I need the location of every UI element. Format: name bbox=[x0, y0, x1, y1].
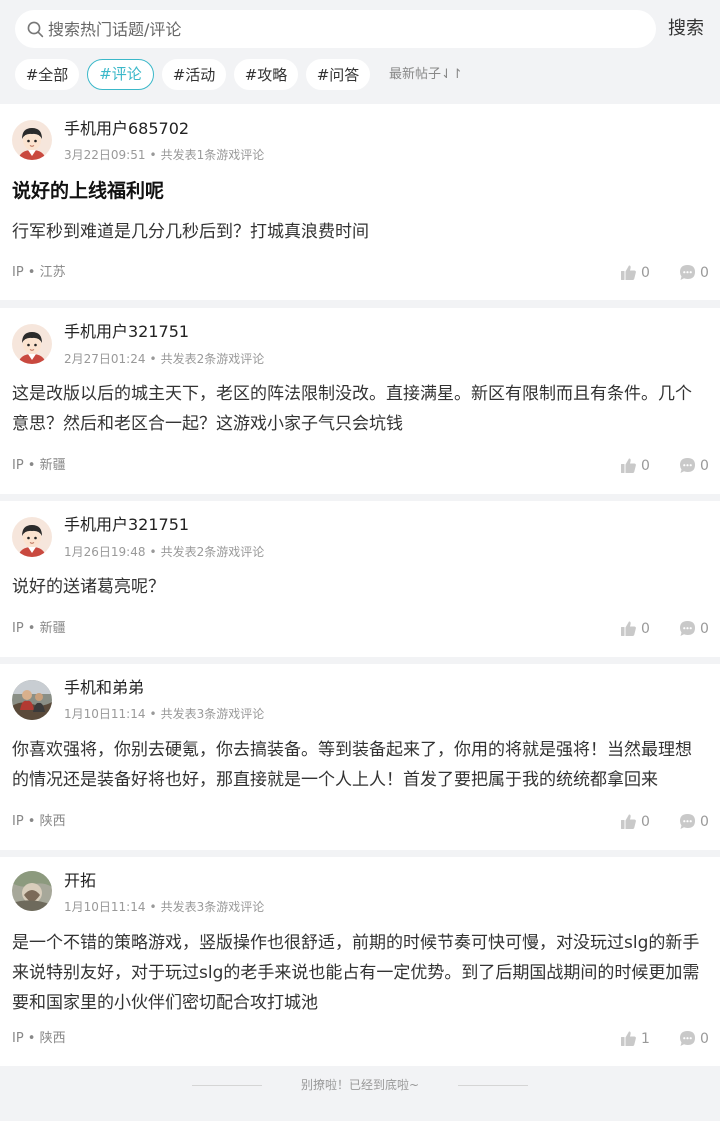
meta-separator: • bbox=[149, 545, 157, 559]
post-meta: 1月26日19:48 • 共发表2条游戏评论 bbox=[64, 544, 264, 560]
post-body[interactable]: 是一个不错的策略游戏，竖版操作也很舒适，前期的时候节奏可快可慢，对没玩过slg的… bbox=[12, 928, 708, 1018]
tab-qa[interactable]: #问答 bbox=[306, 59, 370, 90]
post-date: 1月10日11:14 bbox=[64, 900, 146, 914]
post-date: 1月26日19:48 bbox=[64, 545, 146, 559]
review-count: 共发表3条游戏评论 bbox=[160, 707, 265, 721]
avatar[interactable] bbox=[12, 120, 52, 160]
post-date: 1月10日11:14 bbox=[64, 707, 146, 721]
post-date: 3月22日09:51 bbox=[64, 148, 146, 162]
ip-location: IP • 陕西 bbox=[12, 814, 66, 829]
ip-location: IP • 新疆 bbox=[12, 458, 66, 473]
username[interactable]: 手机用户685702 bbox=[64, 119, 189, 139]
end-of-list-text: 别撩啦！已经到底啦~ bbox=[300, 1078, 420, 1092]
comment-count: 0 bbox=[700, 1031, 709, 1047]
meta-separator: • bbox=[149, 707, 157, 721]
cartoon-boy-avatar-icon bbox=[12, 120, 52, 160]
ip-location: IP • 陕西 bbox=[12, 1031, 66, 1046]
comment-icon bbox=[680, 458, 695, 473]
avatar[interactable] bbox=[12, 871, 52, 911]
username[interactable]: 手机和弟弟 bbox=[64, 678, 144, 698]
thumbs-up-icon bbox=[621, 814, 636, 829]
post-body[interactable]: 你喜欢强将，你别去硬氪，你去搞装备。等到装备起来了，你用的将就是强将！当然最理想… bbox=[12, 735, 708, 795]
review-count: 共发表3条游戏评论 bbox=[160, 900, 265, 914]
post-title[interactable]: 说好的上线福利呢 bbox=[12, 179, 164, 203]
comment-count: 0 bbox=[700, 458, 709, 474]
post-body[interactable]: 这是改版以后的城主天下，老区的阵法限制没改。直接满星。新区有限制而且有条件。几个… bbox=[12, 379, 708, 439]
review-count: 共发表1条游戏评论 bbox=[160, 148, 265, 162]
tab-all[interactable]: #全部 bbox=[15, 59, 79, 90]
sort-latest-button[interactable]: 最新帖子⇃↾ bbox=[389, 66, 463, 84]
comment-icon bbox=[680, 265, 695, 280]
review-count: 共发表2条游戏评论 bbox=[160, 352, 265, 366]
like-count: 1 bbox=[641, 1031, 650, 1047]
post-card[interactable]: 手机用户321751 2月27日01:24 • 共发表2条游戏评论 这是改版以后的城… bbox=[0, 308, 720, 494]
post-body[interactable]: 说好的送诸葛亮呢？ bbox=[12, 572, 708, 602]
post-body[interactable]: 行军秒到难道是几分几秒后到？打城真浪费时间 bbox=[12, 217, 708, 247]
meta-separator: • bbox=[149, 900, 157, 914]
username[interactable]: 手机用户321751 bbox=[64, 515, 189, 535]
meta-separator: • bbox=[149, 148, 157, 162]
like-count: 0 bbox=[641, 814, 650, 830]
search-icon bbox=[27, 21, 44, 38]
ip-location: IP • 新疆 bbox=[12, 621, 66, 636]
avatar[interactable] bbox=[12, 680, 52, 720]
thumbs-up-icon bbox=[621, 621, 636, 636]
photo-avatar-icon bbox=[12, 680, 52, 720]
avatar[interactable] bbox=[12, 517, 52, 557]
post-card[interactable]: 手机和弟弟 1月10日11:14 • 共发表3条游戏评论 你喜欢强将，你别去硬氪，你… bbox=[0, 664, 720, 850]
comment-count: 0 bbox=[700, 814, 709, 830]
thumbs-up-icon bbox=[621, 1031, 636, 1046]
post-meta: 2月27日01:24 • 共发表2条游戏评论 bbox=[64, 351, 264, 367]
cartoon-boy-avatar-icon bbox=[12, 517, 52, 557]
thumbs-up-icon bbox=[621, 265, 636, 280]
tab-comments[interactable]: #评论 bbox=[87, 59, 154, 90]
post-meta: 1月10日11:14 • 共发表3条游戏评论 bbox=[64, 899, 264, 915]
like-count: 0 bbox=[641, 458, 650, 474]
search-button[interactable]: 搜索 bbox=[668, 18, 704, 40]
comment-count: 0 bbox=[700, 265, 709, 281]
tab-events[interactable]: #活动 bbox=[162, 59, 226, 90]
post-card[interactable]: 开拓 1月10日11:14 • 共发表3条游戏评论 是一个不错的策略游戏，竖版操作也… bbox=[0, 857, 720, 1066]
avatar[interactable] bbox=[12, 324, 52, 364]
ip-location: IP • 江苏 bbox=[12, 265, 66, 280]
search-box[interactable] bbox=[15, 10, 656, 48]
post-date: 2月27日01:24 bbox=[64, 352, 146, 366]
photo-avatar-icon bbox=[12, 871, 52, 911]
header: 搜索 #全部 #评论 #活动 #攻略 #问答 最新帖子⇃↾ bbox=[0, 0, 720, 104]
comment-count: 0 bbox=[700, 621, 709, 637]
like-count: 0 bbox=[641, 265, 650, 281]
username[interactable]: 手机用户321751 bbox=[64, 322, 189, 342]
post-meta: 1月10日11:14 • 共发表3条游戏评论 bbox=[64, 706, 264, 722]
like-count: 0 bbox=[641, 621, 650, 637]
post-card[interactable]: 手机用户321751 1月26日19:48 • 共发表2条游戏评论 说好的送诸葛亮呢… bbox=[0, 501, 720, 657]
username[interactable]: 开拓 bbox=[64, 871, 96, 891]
comment-icon bbox=[680, 1031, 695, 1046]
cartoon-boy-avatar-icon bbox=[12, 324, 52, 364]
post-meta: 3月22日09:51 • 共发表1条游戏评论 bbox=[64, 147, 264, 163]
review-count: 共发表2条游戏评论 bbox=[160, 545, 265, 559]
tab-guides[interactable]: #攻略 bbox=[234, 59, 298, 90]
comment-icon bbox=[680, 621, 695, 636]
meta-separator: • bbox=[149, 352, 157, 366]
comment-icon bbox=[680, 814, 695, 829]
thumbs-up-icon bbox=[621, 458, 636, 473]
search-input[interactable] bbox=[48, 10, 608, 48]
post-card[interactable]: 手机用户685702 3月22日09:51 • 共发表1条游戏评论 说好的上线福利呢… bbox=[0, 104, 720, 300]
